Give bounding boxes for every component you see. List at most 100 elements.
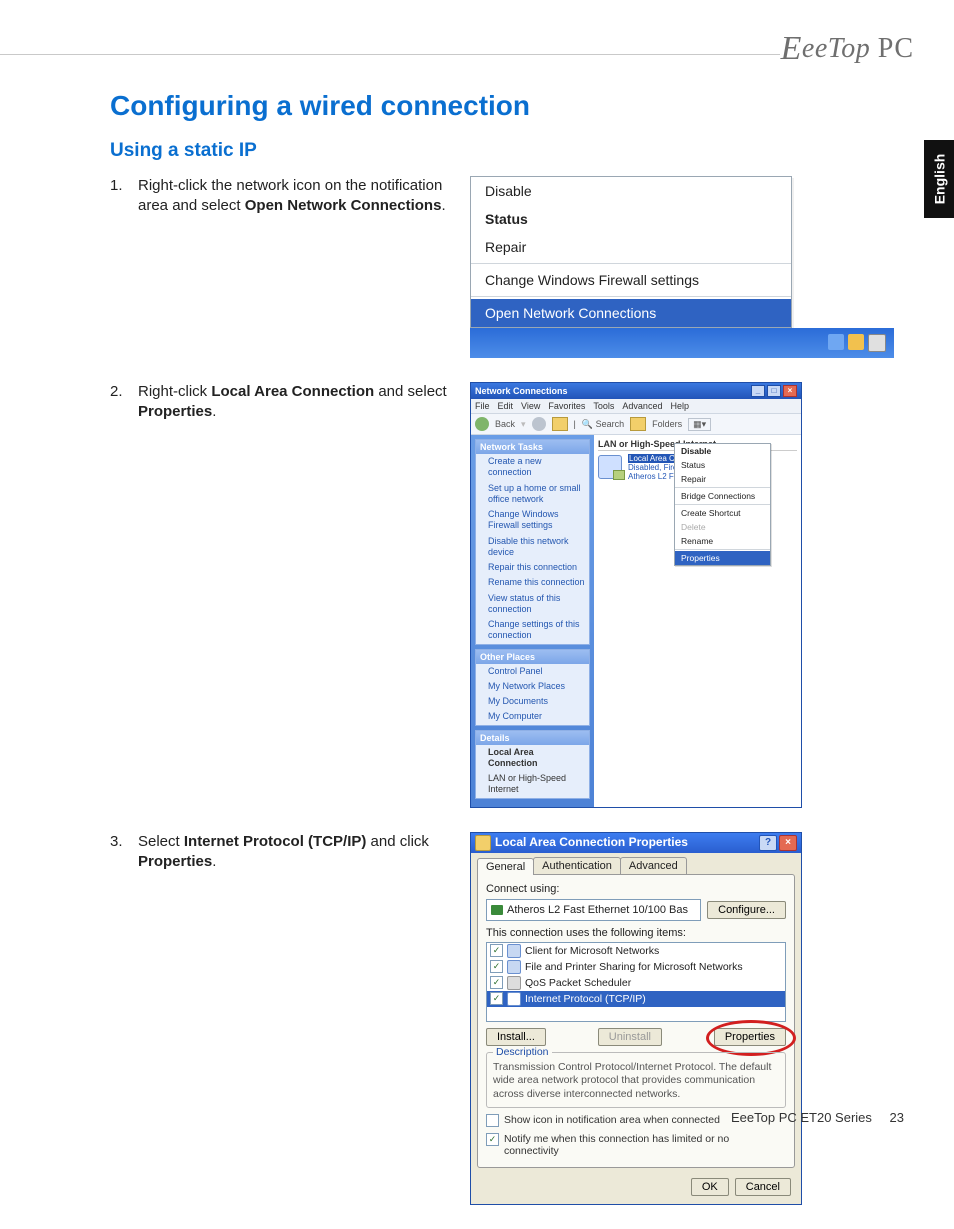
back-button[interactable]: Back <box>495 419 515 429</box>
menu-item-firewall[interactable]: Change Windows Firewall settings <box>471 266 791 294</box>
notify-label: Notify me when this connection has limit… <box>504 1133 786 1157</box>
close-button[interactable]: × <box>779 835 797 851</box>
tray-icon[interactable] <box>828 334 844 350</box>
service-icon <box>507 976 521 990</box>
menu-favorites[interactable]: Favorites <box>548 401 585 411</box>
ctx-repair[interactable]: Repair <box>675 472 770 486</box>
task-setup-home-network[interactable]: Set up a home or small office network <box>476 481 589 508</box>
task-repair-connection[interactable]: Repair this connection <box>476 560 589 575</box>
language-tab: English <box>924 140 954 218</box>
menu-item-open-network-connections[interactable]: Open Network Connections <box>471 299 791 327</box>
cancel-button[interactable]: Cancel <box>735 1178 791 1196</box>
list-item[interactable]: ✓ File and Printer Sharing for Microsoft… <box>487 959 785 975</box>
task-change-firewall[interactable]: Change Windows Firewall settings <box>476 507 589 534</box>
tab-advanced[interactable]: Advanced <box>620 857 687 874</box>
list-item[interactable]: ✓ QoS Packet Scheduler <box>487 975 785 991</box>
figure-1: Disable Status Repair Change Windows Fir… <box>470 176 894 358</box>
other-network-places[interactable]: My Network Places <box>476 679 589 694</box>
properties-button[interactable]: Properties <box>714 1028 786 1046</box>
close-button[interactable]: × <box>783 385 797 397</box>
checkbox-icon[interactable]: ✓ <box>490 960 503 973</box>
configure-button[interactable]: Configure... <box>707 901 786 919</box>
ctx-shortcut[interactable]: Create Shortcut <box>675 506 770 520</box>
step-number: 3. <box>110 832 124 873</box>
checkbox-icon[interactable]: ✓ <box>486 1133 499 1146</box>
header-rule <box>0 54 780 55</box>
step-number: 1. <box>110 176 124 217</box>
lan-connection-icon[interactable] <box>598 455 622 479</box>
brand-logo: EeeTop PC <box>781 30 914 68</box>
adapter-name: Atheros L2 Fast Ethernet 10/100 Bas <box>507 904 688 916</box>
window-titlebar: Network Connections _ □ × <box>471 383 801 399</box>
task-rename-connection[interactable]: Rename this connection <box>476 575 589 590</box>
figure-2: Network Connections _ □ × File Edit View… <box>470 382 894 808</box>
service-icon <box>507 992 521 1006</box>
menu-item-disable[interactable]: Disable <box>471 177 791 205</box>
folders-button[interactable]: Folders <box>652 419 682 429</box>
view-mode-button[interactable]: ▦▾ <box>688 418 711 431</box>
tray-context-menu: Disable Status Repair Change Windows Fir… <box>470 176 792 328</box>
other-computer[interactable]: My Computer <box>476 709 589 724</box>
side-panel: Network Tasks Create a new connection Se… <box>471 435 594 807</box>
dialog-title: Local Area Connection Properties <box>495 835 688 849</box>
window-title: Network Connections <box>475 386 568 396</box>
footer-page-number: 23 <box>890 1110 904 1125</box>
menu-tools[interactable]: Tools <box>593 401 614 411</box>
toolbar: Back ▾ | 🔍 Search Folders ▦▾ <box>471 414 801 435</box>
ok-button[interactable]: OK <box>691 1178 729 1196</box>
task-create-connection[interactable]: Create a new connection <box>476 454 589 481</box>
maximize-button[interactable]: □ <box>767 385 781 397</box>
back-button-icon[interactable] <box>475 417 489 431</box>
menu-item-repair[interactable]: Repair <box>471 233 791 261</box>
dialog-titlebar: Local Area Connection Properties ? × <box>471 833 801 853</box>
list-item-tcpip[interactable]: ✓ Internet Protocol (TCP/IP) <box>487 991 785 1007</box>
tab-authentication[interactable]: Authentication <box>533 857 621 874</box>
main-pane: LAN or High-Speed Internet Local Area Co… <box>594 435 801 807</box>
ctx-status[interactable]: Status <box>675 458 770 472</box>
show-icon-label: Show icon in notification area when conn… <box>504 1114 720 1126</box>
menu-view[interactable]: View <box>521 401 540 411</box>
ctx-bridge[interactable]: Bridge Connections <box>675 489 770 503</box>
dialog-icon <box>475 835 491 851</box>
nic-icon <box>491 905 503 915</box>
checkbox-icon[interactable]: ✓ <box>490 976 503 989</box>
list-item[interactable]: ✓ Client for Microsoft Networks <box>487 943 785 959</box>
network-tasks-header[interactable]: Network Tasks <box>476 440 589 454</box>
task-change-settings[interactable]: Change settings of this connection <box>476 617 589 644</box>
menu-advanced[interactable]: Advanced <box>622 401 662 411</box>
language-tab-label: English <box>931 154 947 205</box>
components-list[interactable]: ✓ Client for Microsoft Networks ✓ File a… <box>486 942 786 1022</box>
other-control-panel[interactable]: Control Panel <box>476 664 589 679</box>
task-disable-device[interactable]: Disable this network device <box>476 534 589 561</box>
install-button[interactable]: Install... <box>486 1028 546 1046</box>
up-folder-icon[interactable] <box>552 417 568 431</box>
menu-file[interactable]: File <box>475 401 490 411</box>
page-title: Configuring a wired connection <box>110 90 894 122</box>
other-documents[interactable]: My Documents <box>476 694 589 709</box>
help-button[interactable]: ? <box>759 835 777 851</box>
minimize-button[interactable]: _ <box>751 385 765 397</box>
lan-context-menu: Disable Status Repair Bridge Connections… <box>674 443 771 566</box>
tab-general[interactable]: General <box>477 858 534 875</box>
details-header[interactable]: Details <box>476 731 589 745</box>
folders-icon[interactable] <box>630 417 646 431</box>
checkbox-icon[interactable]: ✓ <box>490 944 503 957</box>
menu-item-status[interactable]: Status <box>471 205 791 233</box>
other-places-header[interactable]: Other Places <box>476 650 589 664</box>
uses-items-label: This connection uses the following items… <box>486 927 786 939</box>
task-view-status[interactable]: View status of this connection <box>476 591 589 618</box>
tray-icon[interactable] <box>848 334 864 350</box>
search-button[interactable]: 🔍 Search <box>582 419 624 430</box>
menu-separator <box>471 296 791 297</box>
checkbox-icon[interactable] <box>486 1114 499 1127</box>
menu-help[interactable]: Help <box>670 401 689 411</box>
notify-checkbox-row[interactable]: ✓ Notify me when this connection has lim… <box>486 1133 786 1157</box>
checkbox-icon[interactable]: ✓ <box>490 992 503 1005</box>
forward-button-icon[interactable] <box>532 417 546 431</box>
ctx-disable[interactable]: Disable <box>675 444 770 458</box>
service-icon <box>507 960 521 974</box>
tray-shield-icon[interactable] <box>868 334 886 352</box>
ctx-properties[interactable]: Properties <box>675 551 770 565</box>
menu-edit[interactable]: Edit <box>498 401 514 411</box>
ctx-rename[interactable]: Rename <box>675 534 770 548</box>
